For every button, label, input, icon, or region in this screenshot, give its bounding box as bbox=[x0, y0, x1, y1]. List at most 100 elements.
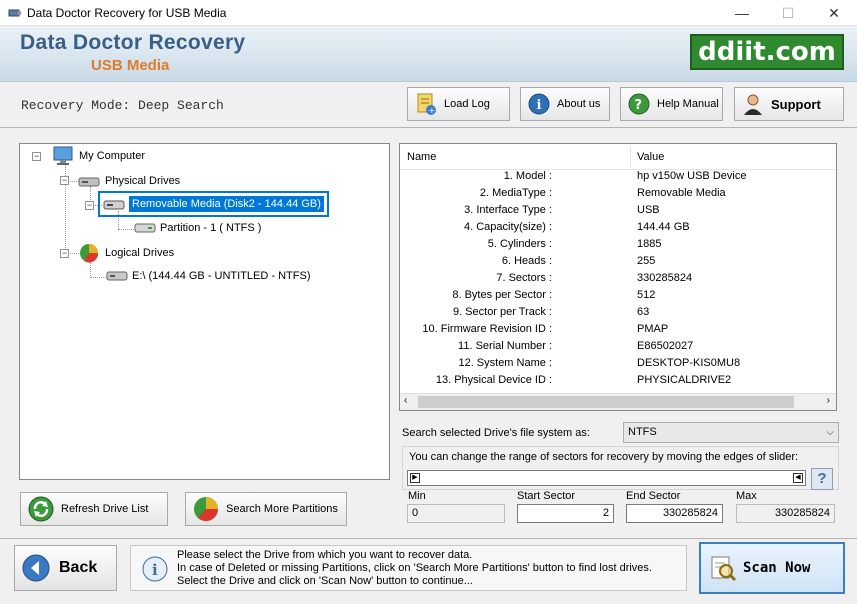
collapse-toggle[interactable]: − bbox=[32, 152, 41, 161]
slider-right-handle[interactable]: ◀ bbox=[793, 473, 803, 483]
table-row[interactable]: 3. Interface Type : USB bbox=[400, 204, 836, 221]
search-more-label: Search More Partitions bbox=[226, 503, 338, 515]
range-help-button[interactable]: ? bbox=[811, 468, 833, 490]
table-row[interactable]: 12. System Name : DESKTOP-KIS0MU8 bbox=[400, 357, 836, 374]
tree-label-logical-drives: Logical Drives bbox=[105, 247, 175, 259]
table-row[interactable]: 4. Capacity(size) : 144.44 GB bbox=[400, 221, 836, 238]
start-sector-label: Start Sector bbox=[517, 490, 576, 502]
drive-properties-table[interactable]: Name Value 1. Model : hp v150w USB Device… bbox=[399, 143, 837, 411]
refresh-drive-list-button[interactable]: Refresh Drive List bbox=[20, 492, 168, 526]
column-header-name[interactable]: Name bbox=[407, 151, 436, 163]
property-name: 10. Firmware Revision ID : bbox=[422, 323, 552, 335]
drive-tree[interactable]: − My Computer − Physical Drives − Remova… bbox=[19, 143, 390, 480]
maximize-button[interactable]: ☐ bbox=[765, 0, 811, 26]
info-line-1: Please select the Drive from which you w… bbox=[177, 549, 473, 561]
property-value: 512 bbox=[637, 289, 656, 301]
min-field: 0 bbox=[407, 504, 505, 523]
recovery-mode-label: Recovery Mode: Deep Search bbox=[21, 98, 224, 113]
tree-node-logical-drives[interactable]: Logical Drives bbox=[78, 242, 174, 264]
footer-divider bbox=[0, 538, 857, 539]
scroll-left-icon[interactable]: ‹ bbox=[404, 395, 407, 406]
tree-label-my-computer: My Computer bbox=[79, 150, 146, 162]
help-manual-label: Help Manual bbox=[657, 98, 719, 110]
column-header-value[interactable]: Value bbox=[637, 151, 664, 163]
search-more-partitions-button[interactable]: Search More Partitions bbox=[185, 492, 347, 526]
header-banner: Data Doctor Recovery USB Media ddiit.com bbox=[0, 27, 857, 82]
scrollbar-thumb[interactable] bbox=[418, 396, 794, 408]
table-header: Name Value bbox=[400, 144, 836, 170]
tree-node-removable-media[interactable]: Removable Media (Disk2 - 144.44 GB) bbox=[98, 191, 329, 217]
end-sector-field[interactable]: 330285824 bbox=[626, 504, 723, 523]
filesystem-select[interactable]: NTFS ⌵ bbox=[623, 422, 839, 443]
column-divider bbox=[630, 146, 631, 168]
max-field: 330285824 bbox=[736, 504, 835, 523]
chevron-down-icon: ⌵ bbox=[826, 427, 834, 438]
property-name: 6. Heads : bbox=[501, 255, 552, 267]
property-value: 330285824 bbox=[637, 272, 693, 284]
property-name: 5. Cylinders : bbox=[487, 238, 552, 250]
table-row[interactable]: 1. Model : hp v150w USB Device bbox=[400, 170, 836, 187]
tree-node-logical-drive-e[interactable]: E:\ (144.44 GB - UNTITLED - NTFS) bbox=[106, 269, 310, 283]
start-sector-field[interactable]: 2 bbox=[517, 504, 614, 523]
property-name: 11. Serial Number : bbox=[458, 340, 552, 352]
sector-range-slider[interactable]: ▶ ◀ bbox=[407, 470, 806, 486]
slider-left-handle[interactable]: ▶ bbox=[410, 473, 420, 483]
property-name: 7. Sectors : bbox=[496, 272, 552, 284]
end-sector-label: End Sector bbox=[626, 490, 681, 502]
table-row[interactable]: 11. Serial Number : E86502027 bbox=[400, 340, 836, 357]
svg-text:i: i bbox=[537, 98, 542, 113]
info-message-box: i Please select the Drive from which you… bbox=[130, 545, 687, 591]
about-us-label: About us bbox=[557, 98, 601, 110]
scroll-right-icon[interactable]: › bbox=[827, 395, 830, 406]
min-label: Min bbox=[408, 490, 426, 502]
tree-node-partition[interactable]: Partition - 1 ( NTFS ) bbox=[134, 221, 261, 235]
tree-label-physical-drives: Physical Drives bbox=[105, 175, 181, 187]
table-row[interactable]: 8. Bytes per Sector : 512 bbox=[400, 289, 836, 306]
document-icon: + bbox=[414, 92, 438, 116]
table-row[interactable]: 2. MediaType : Removable Media bbox=[400, 187, 836, 204]
table-row[interactable]: 10. Firmware Revision ID : PMAP bbox=[400, 323, 836, 340]
load-log-button[interactable]: + Load Log bbox=[407, 87, 510, 121]
header-divider bbox=[0, 127, 857, 128]
max-label: Max bbox=[736, 490, 757, 502]
table-row[interactable]: 13. Physical Device ID : PHYSICALDRIVE2 bbox=[400, 374, 836, 391]
tree-node-physical-drives[interactable]: Physical Drives bbox=[78, 173, 180, 189]
property-value: 255 bbox=[637, 255, 656, 267]
brand-logo[interactable]: ddiit.com bbox=[690, 34, 844, 70]
info-message: Please select the Drive from which you w… bbox=[177, 549, 652, 588]
collapse-toggle[interactable]: − bbox=[85, 201, 94, 210]
property-name: 2. MediaType : bbox=[479, 187, 552, 199]
horizontal-scrollbar[interactable]: ‹ › bbox=[400, 393, 836, 410]
info-line-2: In case of Deleted or missing Partitions… bbox=[177, 562, 652, 574]
help-icon: ? bbox=[627, 92, 651, 116]
tree-label-partition: Partition - 1 ( NTFS ) bbox=[160, 222, 262, 234]
hard-drive-icon bbox=[106, 271, 128, 281]
about-us-button[interactable]: i About us bbox=[520, 87, 610, 121]
computer-icon bbox=[53, 146, 73, 165]
collapse-toggle[interactable]: − bbox=[60, 176, 69, 185]
app-title: Data Doctor Recovery bbox=[20, 31, 246, 54]
property-value: 63 bbox=[637, 306, 650, 318]
table-row[interactable]: 9. Sector per Track : 63 bbox=[400, 306, 836, 323]
property-name: 1. Model : bbox=[503, 170, 552, 182]
collapse-toggle[interactable]: − bbox=[60, 249, 69, 258]
property-value: DESKTOP-KIS0MU8 bbox=[637, 357, 741, 369]
property-name: 4. Capacity(size) : bbox=[463, 221, 552, 233]
scan-now-button[interactable]: Scan Now bbox=[699, 542, 845, 594]
hard-drive-icon bbox=[78, 177, 100, 187]
minimize-button[interactable]: — bbox=[719, 0, 765, 26]
table-row[interactable]: 7. Sectors : 330285824 bbox=[400, 272, 836, 289]
property-value: PMAP bbox=[637, 323, 669, 335]
table-row[interactable]: 6. Heads : 255 bbox=[400, 255, 836, 272]
help-manual-button[interactable]: ? Help Manual bbox=[620, 87, 723, 121]
table-row[interactable]: 5. Cylinders : 1885 bbox=[400, 238, 836, 255]
property-value: 1885 bbox=[637, 238, 662, 250]
property-name: 9. Sector per Track : bbox=[452, 306, 552, 318]
property-value: PHYSICALDRIVE2 bbox=[637, 374, 732, 386]
close-button[interactable]: ✕ bbox=[811, 0, 857, 26]
back-button[interactable]: Back bbox=[14, 545, 117, 591]
support-button[interactable]: Support bbox=[734, 87, 844, 121]
tree-node-my-computer[interactable]: My Computer bbox=[52, 146, 145, 166]
property-name: 8. Bytes per Sector : bbox=[452, 289, 552, 301]
info-icon: i bbox=[527, 92, 551, 116]
